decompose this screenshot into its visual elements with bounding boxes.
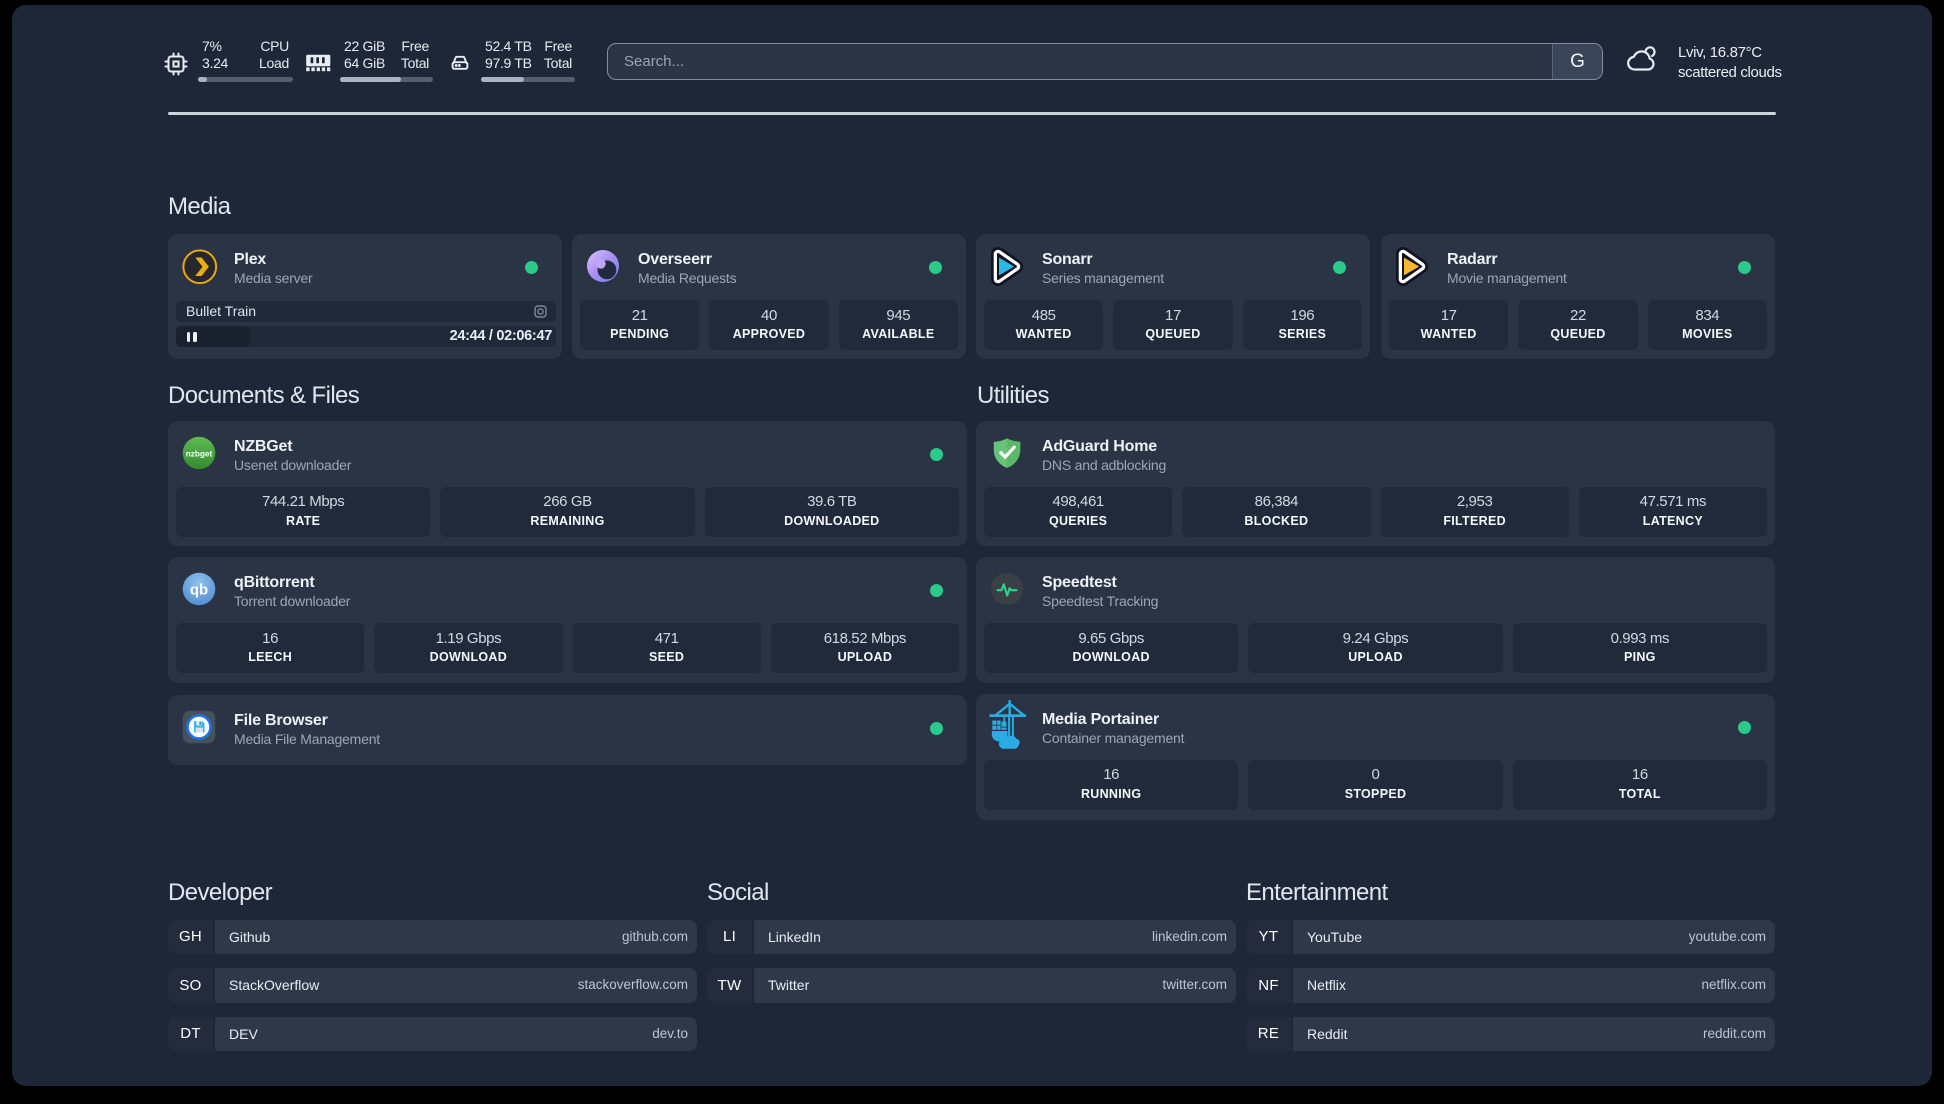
svg-text:qb: qb [190, 582, 208, 599]
svg-text:nzbget: nzbget [186, 449, 213, 458]
